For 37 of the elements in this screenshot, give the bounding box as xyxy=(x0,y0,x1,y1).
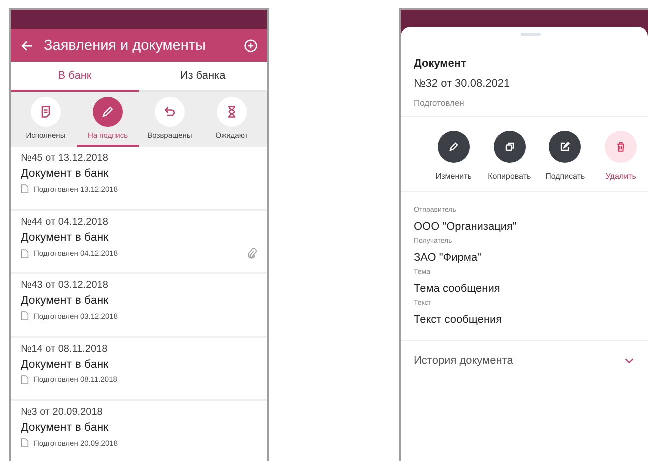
file-icon xyxy=(21,438,29,448)
field-value: Текст сообщения xyxy=(414,314,504,326)
document-title: Документ в банк xyxy=(21,358,110,370)
document-title: Документ в банк xyxy=(21,168,110,180)
document-heading: Документ xyxy=(414,58,468,70)
action-button[interactable]: Подписать xyxy=(538,131,592,181)
screen-title: Заявления и документы xyxy=(44,38,206,54)
document-title: Документ в банк xyxy=(21,232,110,244)
file-icon xyxy=(21,374,29,384)
field-value: ООО "Организация" xyxy=(414,221,518,233)
file-icon xyxy=(21,248,29,258)
history-label: История документа xyxy=(414,355,514,367)
add-icon[interactable] xyxy=(244,38,258,52)
return-arrow-icon xyxy=(163,105,177,119)
document-number: №32 от 30.08.2021 xyxy=(414,78,512,90)
chevron-icon[interactable] xyxy=(625,358,634,364)
file-icon xyxy=(21,184,29,194)
document-title: Документ в банк xyxy=(21,422,110,434)
document-title: Документ в банк xyxy=(21,295,110,307)
action-button[interactable]: Копировать xyxy=(482,131,536,181)
document-number: №43 от 03.12.2018 xyxy=(21,280,110,291)
pencil-icon xyxy=(446,140,461,154)
pencil-icon xyxy=(101,105,115,119)
file-icon xyxy=(21,311,29,321)
document-number: №14 от 08.11.2018 xyxy=(21,344,109,354)
document-number: №44 от 04.12.2018 xyxy=(21,216,110,228)
document-number: №3 от 20.09.2018 xyxy=(21,407,104,418)
drag-handle[interactable] xyxy=(521,33,541,36)
back-icon[interactable] xyxy=(20,38,34,52)
action-button[interactable]: Удалить xyxy=(594,131,648,181)
document-status: Подготовлен xyxy=(414,98,466,108)
action-button[interactable]: Изменить xyxy=(427,131,481,181)
field-value: ЗАО "Фирма" xyxy=(414,252,482,264)
field-value: Тема сообщения xyxy=(414,283,502,295)
document-icon xyxy=(39,105,53,119)
document-number: №45 от 13.12.2018 xyxy=(21,153,110,164)
history-row[interactable]: История документа xyxy=(401,341,648,381)
